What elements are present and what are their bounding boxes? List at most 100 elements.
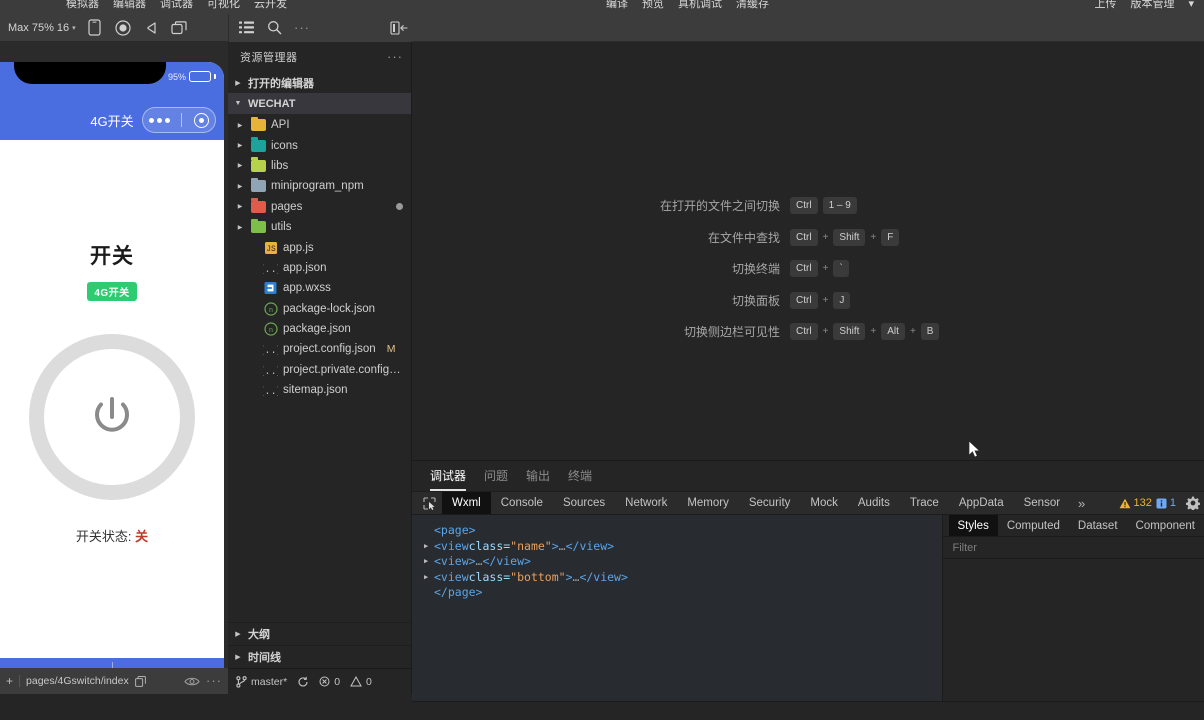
- current-page-path[interactable]: pages/4Gswitch/index: [26, 675, 129, 687]
- add-page-icon[interactable]: +: [6, 674, 13, 688]
- chevron-right-icon[interactable]: ▶: [228, 142, 246, 149]
- chevron-right-icon[interactable]: ▶: [424, 570, 434, 586]
- element-picker-icon[interactable]: [416, 496, 442, 510]
- more-icon[interactable]: ···: [289, 17, 315, 39]
- devtools-tab-memory[interactable]: Memory: [677, 492, 739, 514]
- explorer-more-icon[interactable]: ···: [387, 50, 403, 63]
- styles-filter-input[interactable]: Filter: [942, 537, 1204, 559]
- debugger-tab-输出[interactable]: 输出: [526, 461, 550, 491]
- issue-counts[interactable]: 132 1: [1119, 497, 1182, 509]
- menu-item-left-4[interactable]: 云开发: [254, 0, 287, 11]
- chevron-right-icon[interactable]: ▶: [228, 183, 246, 190]
- phone-icon[interactable]: [82, 17, 108, 39]
- devtools-tab-audits[interactable]: Audits: [848, 492, 900, 514]
- tree-file-app-wxss[interactable]: app.wxss: [228, 278, 411, 298]
- wechat-capsule[interactable]: [142, 107, 216, 133]
- warning-count[interactable]: 0: [350, 676, 372, 688]
- tree-file-sitemap-json[interactable]: {..} sitemap.json: [228, 380, 411, 400]
- tree-folder-api[interactable]: ▶ API: [228, 115, 411, 135]
- section-wechat[interactable]: ▼ WECHAT: [228, 93, 411, 114]
- wxml-line[interactable]: ▶ <view class= "bottom" >… </view>: [424, 570, 942, 586]
- devtools-tabs[interactable]: Wxml Console Sources Network Memory Security M…: [442, 492, 1070, 514]
- search-icon[interactable]: [261, 17, 287, 39]
- more-icon[interactable]: ···: [206, 674, 222, 687]
- wxml-tree[interactable]: <page> ▶ <view class= "name" >… </view> ▶ <view…: [412, 515, 943, 701]
- copy-icon[interactable]: [134, 675, 146, 687]
- gear-icon[interactable]: [1182, 496, 1204, 510]
- device-selector[interactable]: Max 75% 16 ▾: [4, 20, 80, 36]
- styles-tab-computed[interactable]: Computed: [998, 515, 1069, 536]
- info-badge[interactable]: 1: [1156, 497, 1176, 509]
- menu-item-right-2[interactable]: ▾: [1188, 0, 1194, 11]
- capsule-menu-icon[interactable]: [148, 117, 170, 123]
- menu-item-left-0[interactable]: 模拟器: [66, 0, 99, 11]
- section-timeline[interactable]: ▶ 时间线: [228, 645, 411, 668]
- mute-icon[interactable]: [138, 17, 164, 39]
- wxml-line[interactable]: <page>: [424, 523, 942, 539]
- devtools-tab-sensor[interactable]: Sensor: [1014, 492, 1070, 514]
- wxml-line[interactable]: </page>: [424, 585, 942, 601]
- devtools-tab-console[interactable]: Console: [491, 492, 553, 514]
- wxml-line[interactable]: ▶ <view class= "name" >… </view>: [424, 539, 942, 555]
- devtools-tab-wxml[interactable]: Wxml: [442, 492, 491, 514]
- tree-folder-libs[interactable]: ▶ libs: [228, 156, 411, 176]
- git-branch[interactable]: master*: [236, 676, 287, 688]
- section-outline[interactable]: ▶ 大纲: [228, 622, 411, 645]
- menu-item-left-2[interactable]: 调试器: [160, 0, 193, 11]
- chevron-right-icon[interactable]: ▶: [228, 122, 246, 129]
- menu-item-right-1[interactable]: 版本管理: [1130, 0, 1174, 11]
- power-button[interactable]: [29, 334, 195, 500]
- tree-folder-pages[interactable]: ▶ pages: [228, 197, 411, 217]
- overflow-tabs-icon[interactable]: »: [1070, 496, 1093, 511]
- debugger-tab-调试器[interactable]: 调试器: [430, 461, 466, 491]
- debugger-tab-问题[interactable]: 问题: [484, 461, 508, 491]
- tree-file-app-js[interactable]: JS app.js: [228, 237, 411, 257]
- error-count[interactable]: 0: [319, 676, 340, 688]
- warning-badge[interactable]: 132: [1119, 497, 1152, 509]
- devtools-tab-trace[interactable]: Trace: [900, 492, 949, 514]
- capsule-close-icon[interactable]: [194, 112, 210, 128]
- chevron-right-icon[interactable]: ▶: [424, 554, 434, 570]
- styles-tab-component[interactable]: Component: [1127, 515, 1204, 536]
- record-icon[interactable]: [110, 17, 136, 39]
- tree-file-project-private-config-js-[interactable]: {..} project.private.config.js...: [228, 360, 411, 380]
- devtools-tab-security[interactable]: Security: [739, 492, 801, 514]
- window-icon[interactable]: [166, 17, 192, 39]
- file-tree[interactable]: ▶ API ▶ icons ▶ libs ▶ miniprogram_npm ▶ pages ▶ ut…: [228, 114, 411, 622]
- tree-file-package-lock-json[interactable]: n package-lock.json: [228, 299, 411, 319]
- devtools-tab-mock[interactable]: Mock: [800, 492, 847, 514]
- tree-file-project-config-json[interactable]: {..} project.config.json M: [228, 339, 411, 359]
- devtools-tab-bar[interactable]: Wxml Console Sources Network Memory Security M…: [412, 491, 1204, 515]
- tree-folder-icons[interactable]: ▶ icons: [228, 135, 411, 155]
- debugger-tab-终端[interactable]: 终端: [568, 461, 592, 491]
- devtools-tab-sources[interactable]: Sources: [553, 492, 615, 514]
- tree-file-package-json[interactable]: n package.json: [228, 319, 411, 339]
- split-panel-icon[interactable]: [386, 17, 412, 39]
- menu-item-mid-1[interactable]: 预览: [642, 0, 664, 11]
- chevron-right-icon[interactable]: ▶: [228, 203, 246, 210]
- chevron-right-icon[interactable]: ▶: [228, 224, 246, 231]
- menu-item-mid-0[interactable]: 编译: [606, 0, 628, 11]
- menu-item-left-1[interactable]: 编辑器: [113, 0, 146, 11]
- wxml-line[interactable]: ▶ <view>… </view>: [424, 554, 942, 570]
- tree-folder-utils[interactable]: ▶ utils: [228, 217, 411, 237]
- debugger-panel-tabs[interactable]: 调试器 问题 输出 终端: [412, 461, 1204, 491]
- editor-area[interactable]: 在打开的文件之间切换 Ctrl 1 – 9 在文件中查找 Ctrl + Shift + F 切换终…: [412, 42, 1204, 460]
- styles-tab-styles[interactable]: Styles: [948, 515, 998, 536]
- eye-icon[interactable]: [184, 676, 200, 687]
- menu-item-left-3[interactable]: 可视化: [207, 0, 240, 11]
- section-open-editors[interactable]: ▶ 打开的编辑器: [228, 72, 411, 93]
- menu-item-mid-2[interactable]: 真机调试: [678, 0, 722, 11]
- styles-tab-dataset[interactable]: Dataset: [1069, 515, 1127, 536]
- devtools-tab-network[interactable]: Network: [615, 492, 677, 514]
- chevron-right-icon[interactable]: ▶: [228, 162, 246, 169]
- styles-tab-bar[interactable]: Styles Computed Dataset Component: [942, 515, 1204, 537]
- sync-icon[interactable]: [297, 676, 309, 688]
- tree-file-app-json[interactable]: {..} app.json: [228, 258, 411, 278]
- devtools-tab-appdata[interactable]: AppData: [949, 492, 1014, 514]
- menu-item-mid-3[interactable]: 清缓存: [736, 0, 769, 11]
- menu-item-right-0[interactable]: 上传: [1094, 0, 1116, 11]
- list-icon[interactable]: [233, 17, 259, 39]
- chevron-right-icon[interactable]: ▶: [424, 539, 434, 555]
- tree-folder-miniprogram_npm[interactable]: ▶ miniprogram_npm: [228, 176, 411, 196]
